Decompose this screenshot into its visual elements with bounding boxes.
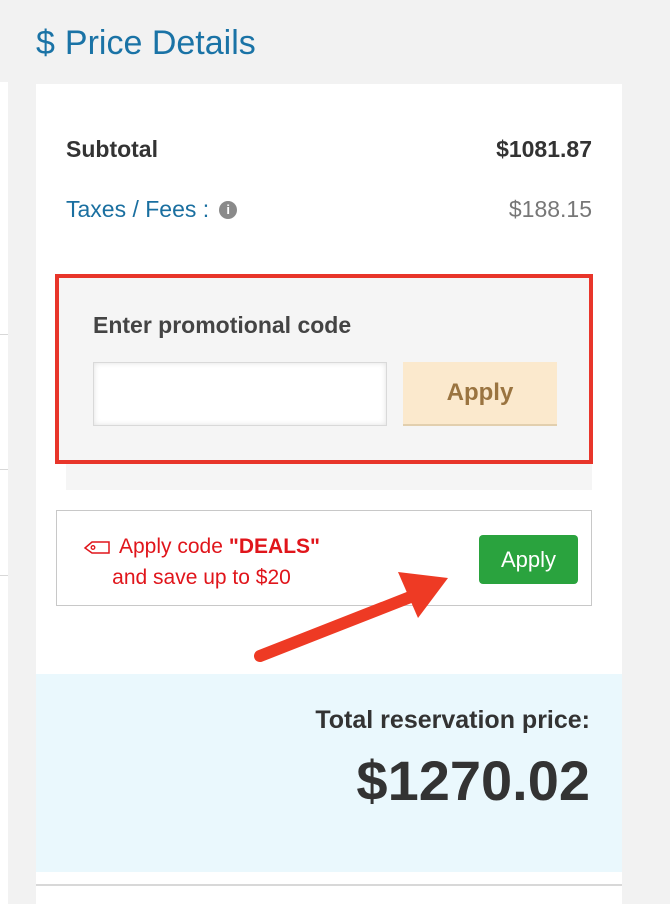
- taxes-row: Taxes / Fees : i $188.15: [66, 196, 592, 223]
- promo-code-title: Enter promotional code: [93, 312, 352, 338]
- price-details-panel: Subtotal $1081.87 Taxes / Fees : i $188.…: [36, 84, 622, 904]
- left-column-divider: [0, 575, 8, 576]
- price-details-header: $ Price Details: [36, 24, 256, 63]
- subtotal-value: $1081.87: [496, 136, 592, 162]
- info-icon[interactable]: i: [219, 200, 238, 219]
- divider: [36, 884, 622, 886]
- total-value: $1270.02: [356, 749, 590, 812]
- promo-apply-button[interactable]: Apply: [403, 362, 557, 426]
- promo-code-box: Enter promotional code Apply: [55, 274, 593, 464]
- subtotal-label: Subtotal: [66, 136, 158, 162]
- subtotal-row: Subtotal $1081.87: [66, 136, 592, 163]
- total-section: Total reservation price: $1270.02: [36, 674, 622, 872]
- taxes-fees-value: $188.15: [508, 196, 592, 222]
- left-column-edge: [0, 82, 8, 904]
- promo-code-input[interactable]: [93, 362, 387, 426]
- deal-code: "DEALS": [228, 535, 320, 558]
- deal-text-prefix: Apply code: [119, 535, 223, 558]
- taxes-fees-label: Taxes / Fees :: [66, 196, 210, 222]
- deal-text: Apply code "DEALS" and save up to $20: [83, 531, 320, 593]
- total-label: Total reservation price:: [315, 706, 590, 734]
- deal-apply-button[interactable]: Apply: [479, 535, 578, 584]
- left-column-divider: [0, 469, 8, 470]
- taxes-fees-link[interactable]: Taxes / Fees : i: [66, 196, 238, 223]
- left-column-divider: [0, 334, 8, 335]
- tag-icon: [83, 539, 111, 555]
- page-title: Price Details: [64, 24, 256, 62]
- deal-text-line2: and save up to $20: [112, 566, 291, 589]
- deal-banner: Apply code "DEALS" and save up to $20 Ap…: [56, 510, 592, 606]
- dollar-icon: $: [36, 24, 55, 62]
